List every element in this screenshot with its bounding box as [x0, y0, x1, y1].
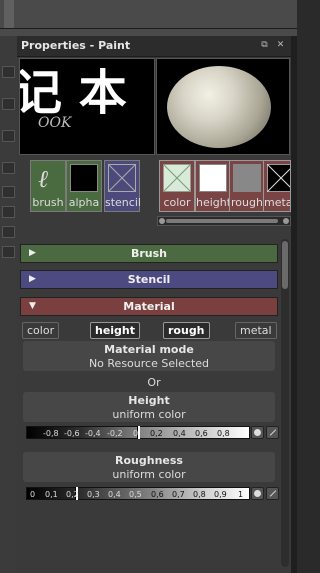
- stencil-thumb-label: stencil: [105, 196, 141, 209]
- roughness-tick: 0,7: [172, 490, 185, 499]
- scroll-grip[interactable]: [166, 219, 278, 223]
- height-tick: 0,8: [217, 429, 230, 438]
- channel-rough[interactable]: rough: [163, 322, 210, 339]
- channel-color[interactable]: color: [22, 322, 60, 339]
- left-tool-button[interactable]: [2, 206, 15, 218]
- roughness-tick: 0,5: [129, 490, 142, 499]
- material-strip-scrollbar[interactable]: [157, 216, 291, 226]
- roughness-tick: 0,1: [45, 490, 58, 499]
- height-block[interactable]: Height uniform color: [23, 392, 275, 422]
- height-tick: -0,8: [43, 429, 59, 438]
- empty-slot-icon: [163, 164, 191, 192]
- left-toolbar: [0, 36, 17, 573]
- alpha-thumb[interactable]: alpha: [66, 160, 102, 212]
- left-tool-button[interactable]: [2, 186, 15, 198]
- close-icon[interactable]: ✕: [275, 40, 286, 51]
- panel-scrollbar[interactable]: [281, 239, 289, 567]
- material-preview[interactable]: [156, 58, 290, 155]
- toolbar-cap: [4, 0, 14, 28]
- brush-preview-glyph: 记 本: [19, 65, 127, 121]
- left-tool-button[interactable]: [2, 98, 15, 110]
- rough-thumb-label: rough: [231, 196, 263, 209]
- roughness-label: Roughness: [115, 454, 183, 467]
- metal-thumb[interactable]: meta: [263, 160, 291, 212]
- roughness-pick-icon[interactable]: [251, 487, 264, 500]
- empty-slot-icon: [108, 164, 136, 192]
- color-thumb-label: color: [163, 196, 191, 209]
- empty-slot-icon: [267, 164, 290, 192]
- color-thumb[interactable]: color: [159, 160, 195, 212]
- toolbar-divider: [0, 28, 297, 29]
- material-section-header[interactable]: ▼ Material: [20, 297, 278, 316]
- right-edge: [291, 36, 297, 573]
- roughness-tick: 0: [30, 490, 36, 499]
- roughness-block[interactable]: Roughness uniform color: [23, 452, 275, 482]
- properties-paint-panel: Properties - Paint ⧉ ✕ 记 本 OOK ℓ brush a…: [17, 36, 291, 573]
- height-thumb-label: height: [196, 196, 232, 209]
- roughness-tick: 0,6: [151, 490, 164, 499]
- height-tick: 0,6: [195, 429, 208, 438]
- metal-thumb-label: meta: [264, 196, 291, 209]
- roughness-tick: 1: [238, 490, 244, 499]
- scroll-right-cap[interactable]: [283, 218, 289, 224]
- height-value: uniform color: [112, 408, 186, 421]
- roughness-value: uniform color: [112, 468, 186, 481]
- channel-tabs: color height rough metal: [22, 322, 277, 339]
- roughness-tick: 0,8: [193, 490, 206, 499]
- height-label: Height: [128, 394, 170, 407]
- left-tool-button[interactable]: [2, 226, 15, 238]
- height-tick: -0,6: [64, 429, 80, 438]
- panel-titlebar: Properties - Paint ⧉ ✕: [17, 36, 291, 57]
- height-tick: 0,4: [173, 429, 186, 438]
- float-icon[interactable]: ⧉: [259, 40, 270, 51]
- panel-title: Properties - Paint: [21, 39, 131, 52]
- roughness-tick: 0,9: [214, 490, 227, 499]
- thumbnail-strip: ℓ brush alpha stencil color height rough…: [17, 160, 291, 212]
- brush-preview-sub: OOK: [38, 115, 72, 131]
- height-pick-icon[interactable]: [251, 426, 264, 439]
- roughness-tick: 0,3: [87, 490, 100, 499]
- height-ramp[interactable]: -0,8 -0,6 -0,4 -0,2 0 0,2 0,4 0,6 0,8: [26, 426, 250, 439]
- material-section-title: Material: [123, 300, 175, 313]
- height-thumb[interactable]: height: [195, 160, 231, 212]
- height-edit-icon[interactable]: [266, 426, 279, 439]
- roughness-edit-icon[interactable]: [266, 487, 279, 500]
- material-mode-label: Material mode: [104, 343, 194, 356]
- left-tool-button[interactable]: [2, 130, 15, 142]
- height-tick: -0,4: [85, 429, 101, 438]
- height-tick: 0,2: [150, 429, 163, 438]
- top-toolbar-strip: [0, 0, 297, 36]
- left-tool-button[interactable]: [2, 66, 15, 78]
- left-tool-button[interactable]: [2, 162, 15, 174]
- material-mode-block[interactable]: Material mode No Resource Selected: [23, 341, 275, 371]
- alpha-icon: [70, 164, 98, 192]
- channel-height[interactable]: height: [90, 322, 141, 339]
- or-separator: Or: [147, 376, 161, 389]
- stencil-section-header[interactable]: ▶ Stencil: [20, 270, 278, 289]
- height-swatch: [199, 164, 227, 192]
- scroll-left-cap[interactable]: [159, 218, 165, 224]
- brush-icon: ℓ: [38, 165, 48, 193]
- panel-scroll-grip[interactable]: [282, 241, 288, 289]
- left-tool-button[interactable]: [2, 246, 15, 258]
- roughness-tick: 0,4: [108, 490, 121, 499]
- stencil-thumb[interactable]: stencil: [104, 160, 141, 212]
- brush-section-header[interactable]: ▶ Brush: [20, 244, 278, 263]
- material-mode-value: No Resource Selected: [88, 357, 210, 370]
- height-tick: -0,2: [107, 429, 123, 438]
- rough-swatch: [233, 164, 261, 192]
- stencil-section-title: Stencil: [127, 273, 171, 286]
- channel-metal[interactable]: metal: [235, 322, 277, 339]
- roughness-ramp[interactable]: 0 0,1 0,2 0,3 0,4 0,5 0,6 0,7 0,8 0,9 1: [26, 487, 250, 500]
- brush-thumb[interactable]: ℓ brush: [30, 160, 66, 212]
- alpha-thumb-label: alpha: [68, 196, 100, 209]
- material-sphere: [167, 66, 271, 148]
- height-tick: 0: [133, 429, 139, 438]
- roughness-tick: 0,2: [66, 490, 79, 499]
- brush-thumb-label: brush: [32, 196, 64, 209]
- rough-thumb[interactable]: rough: [229, 160, 265, 212]
- brush-preview[interactable]: 记 本 OOK: [19, 58, 155, 155]
- brush-section-title: Brush: [130, 247, 168, 260]
